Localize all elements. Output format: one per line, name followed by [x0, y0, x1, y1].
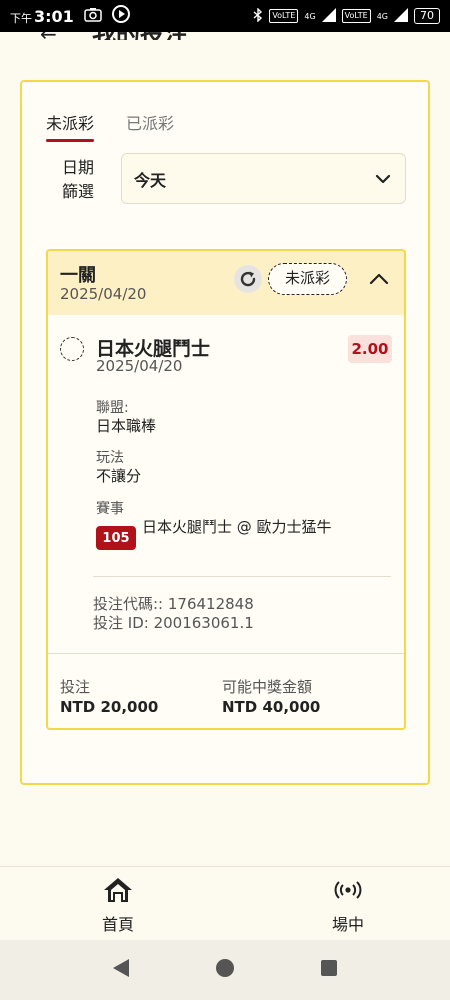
bet-card-header: 一關 2025/04/20 未派彩: [48, 251, 404, 315]
divider: [93, 576, 391, 577]
recents-square-icon[interactable]: [320, 959, 338, 981]
bluetooth-icon: [253, 6, 263, 25]
battery-icon: 70: [414, 8, 440, 24]
nav-home[interactable]: 首頁: [78, 877, 158, 935]
event-id-badge: 105: [96, 526, 136, 550]
payout-label: 可能中獎金額: [222, 678, 313, 696]
home-circle-icon[interactable]: [215, 958, 235, 982]
market-value: 不讓分: [96, 467, 142, 485]
bet-card: 一關 2025/04/20 未派彩 日本火腿鬥士 2025/04/20 2.00…: [46, 249, 406, 730]
screenshot-icon: [84, 7, 102, 26]
bets-panel: 未派彩 已派彩 日期 篩選 今天 一關 2025/04/20 未派彩 日本火腿鬥…: [20, 80, 430, 785]
bet-type: 一關: [60, 265, 96, 286]
page-header: ← 我的投注: [0, 32, 450, 40]
volte-badge-2: VoLTE: [341, 9, 371, 23]
stake-value: NTD 20,000: [60, 698, 159, 716]
page-title: 我的投注: [92, 32, 188, 40]
date-filter-select[interactable]: 今天: [121, 153, 406, 204]
nav-home-label: 首頁: [101, 915, 134, 934]
volte-badge-1: VoLTE: [269, 9, 299, 23]
bottom-nav: 首頁 場中: [0, 866, 450, 940]
selection-status-icon: [60, 337, 84, 361]
date-filter-label: 日期 篩選: [61, 158, 94, 201]
signal-label-2: 4G: [376, 11, 388, 21]
clock: 下午 3:01: [10, 7, 74, 26]
signal-label-1: 4G: [304, 11, 316, 21]
date-filter-value: 今天: [134, 170, 167, 190]
selection-date: 2025/04/20: [96, 357, 183, 375]
divider: [48, 653, 404, 654]
bet-code: 投注代碼:: 176412848: [93, 595, 254, 613]
status-bar: 下午 3:01 VoLTE 4G VoLTE 4G 70: [0, 0, 450, 32]
odds-badge: 2.00: [348, 335, 392, 363]
league-label: 聯盟:: [96, 400, 129, 416]
system-nav-bar: [0, 940, 450, 1000]
tab-settled[interactable]: 已派彩: [126, 110, 174, 142]
back-triangle-icon[interactable]: [112, 958, 130, 982]
league-value: 日本職棒: [96, 417, 157, 435]
tab-unsettled[interactable]: 未派彩: [46, 110, 95, 142]
bet-status-badge: 未派彩: [268, 263, 348, 295]
nav-live[interactable]: 場中: [308, 877, 388, 935]
refresh-icon[interactable]: [234, 265, 262, 293]
back-arrow-icon[interactable]: ←: [40, 32, 57, 40]
event-label: 賽事: [96, 501, 124, 517]
market-label: 玩法: [96, 450, 124, 466]
payout-value: NTD 40,000: [222, 698, 321, 716]
clock-time: 3:01: [34, 6, 74, 26]
signal-icon-1: [321, 7, 336, 25]
nav-live-label: 場中: [331, 915, 364, 934]
chevron-down-icon: [373, 169, 393, 189]
home-icon: [103, 877, 133, 907]
bet-id: 投注 ID: 200163061.1: [93, 614, 254, 632]
play-icon: [111, 5, 130, 27]
event-name: 日本火腿鬥士 @ 歐力士猛牛: [142, 518, 332, 536]
stake-label: 投注: [60, 678, 91, 696]
clock-ampm: 下午: [10, 11, 32, 25]
chevron-up-icon[interactable]: [366, 266, 392, 292]
signal-icon-2: [394, 7, 408, 25]
bet-date: 2025/04/20: [60, 285, 147, 303]
live-icon: [333, 877, 363, 907]
bet-status-tabs: 未派彩 已派彩: [46, 110, 174, 142]
